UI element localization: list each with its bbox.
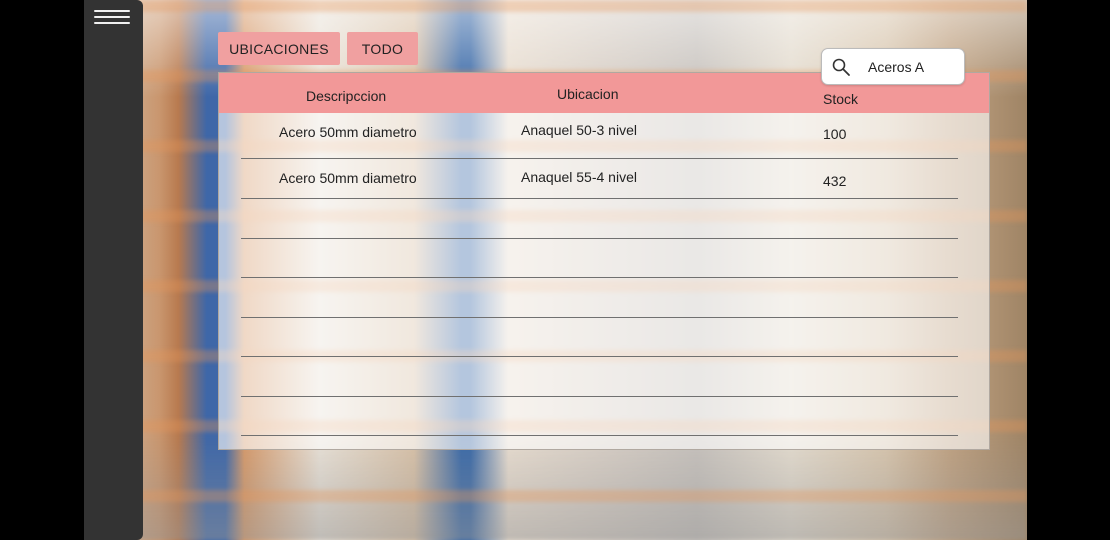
search-icon[interactable]: [831, 57, 851, 77]
row-divider: [241, 238, 958, 239]
column-header-descripcion[interactable]: Descripccion: [306, 88, 386, 104]
cell-stock: 432: [823, 173, 847, 189]
row-divider: [241, 356, 958, 357]
sidebar: [84, 0, 143, 540]
tab-todo[interactable]: TODO: [347, 32, 418, 65]
row-divider: [241, 317, 958, 318]
row-divider: [241, 198, 958, 199]
row-divider: [241, 277, 958, 278]
row-divider: [241, 396, 958, 397]
cell-ubicacion: Anaquel 50-3 nivel: [521, 122, 637, 138]
inventory-table: Descripccion Ubicacion Stock Acero 50mm …: [218, 72, 990, 450]
search-input[interactable]: [868, 58, 958, 76]
column-header-ubicacion[interactable]: Ubicacion: [557, 86, 618, 102]
hamburger-icon[interactable]: [94, 10, 130, 26]
search-box[interactable]: [821, 48, 965, 85]
cell-stock: 100: [823, 126, 847, 142]
row-divider: [241, 158, 958, 159]
cell-descripcion: Acero 50mm diametro: [279, 124, 417, 140]
column-header-stock[interactable]: Stock: [823, 91, 858, 107]
cell-descripcion: Acero 50mm diametro: [279, 170, 417, 186]
row-divider: [241, 435, 958, 436]
tab-ubicaciones[interactable]: UBICACIONES: [218, 32, 340, 65]
cell-ubicacion: Anaquel 55-4 nivel: [521, 169, 637, 185]
